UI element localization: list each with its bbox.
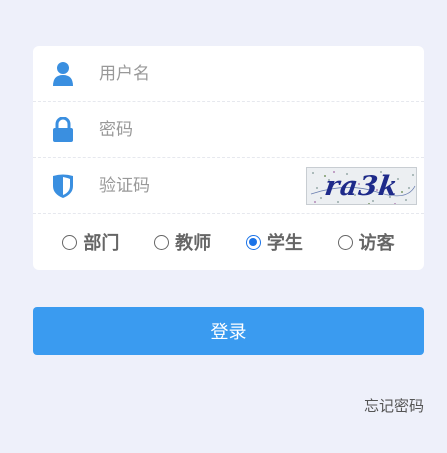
shield-icon (51, 173, 75, 199)
lock-icon (51, 116, 75, 143)
password-input[interactable] (99, 112, 299, 148)
password-row (33, 102, 424, 158)
role-option-department[interactable]: 部门 (62, 229, 119, 255)
username-row (33, 46, 424, 102)
username-input[interactable] (99, 56, 299, 92)
radio-teacher[interactable] (154, 234, 170, 250)
user-icon (51, 61, 75, 87)
role-selector: 部门 教师 学生 访客 (33, 214, 424, 270)
captcha-row: ra3k (33, 158, 424, 214)
radio-visitor[interactable] (337, 234, 353, 250)
role-label-teacher: 教师 (175, 233, 212, 254)
role-option-teacher[interactable]: 教师 (154, 229, 211, 255)
role-label-student: 学生 (266, 233, 303, 254)
role-option-visitor[interactable]: 访客 (337, 229, 395, 255)
role-label-visitor: 访客 (358, 233, 395, 254)
login-form: ra3k 部门 教师 学生 访客 (33, 46, 424, 270)
role-option-student[interactable]: 学生 (245, 229, 303, 255)
role-label-department: 部门 (83, 233, 120, 254)
radio-student[interactable] (245, 234, 261, 250)
captcha-input[interactable] (99, 168, 299, 204)
forgot-password-link[interactable]: 忘记密码 (364, 395, 424, 416)
radio-department[interactable] (62, 234, 78, 250)
captcha-text: ra3k (322, 170, 401, 202)
captcha-image[interactable]: ra3k (306, 167, 417, 205)
login-button[interactable]: 登录 (33, 307, 424, 355)
